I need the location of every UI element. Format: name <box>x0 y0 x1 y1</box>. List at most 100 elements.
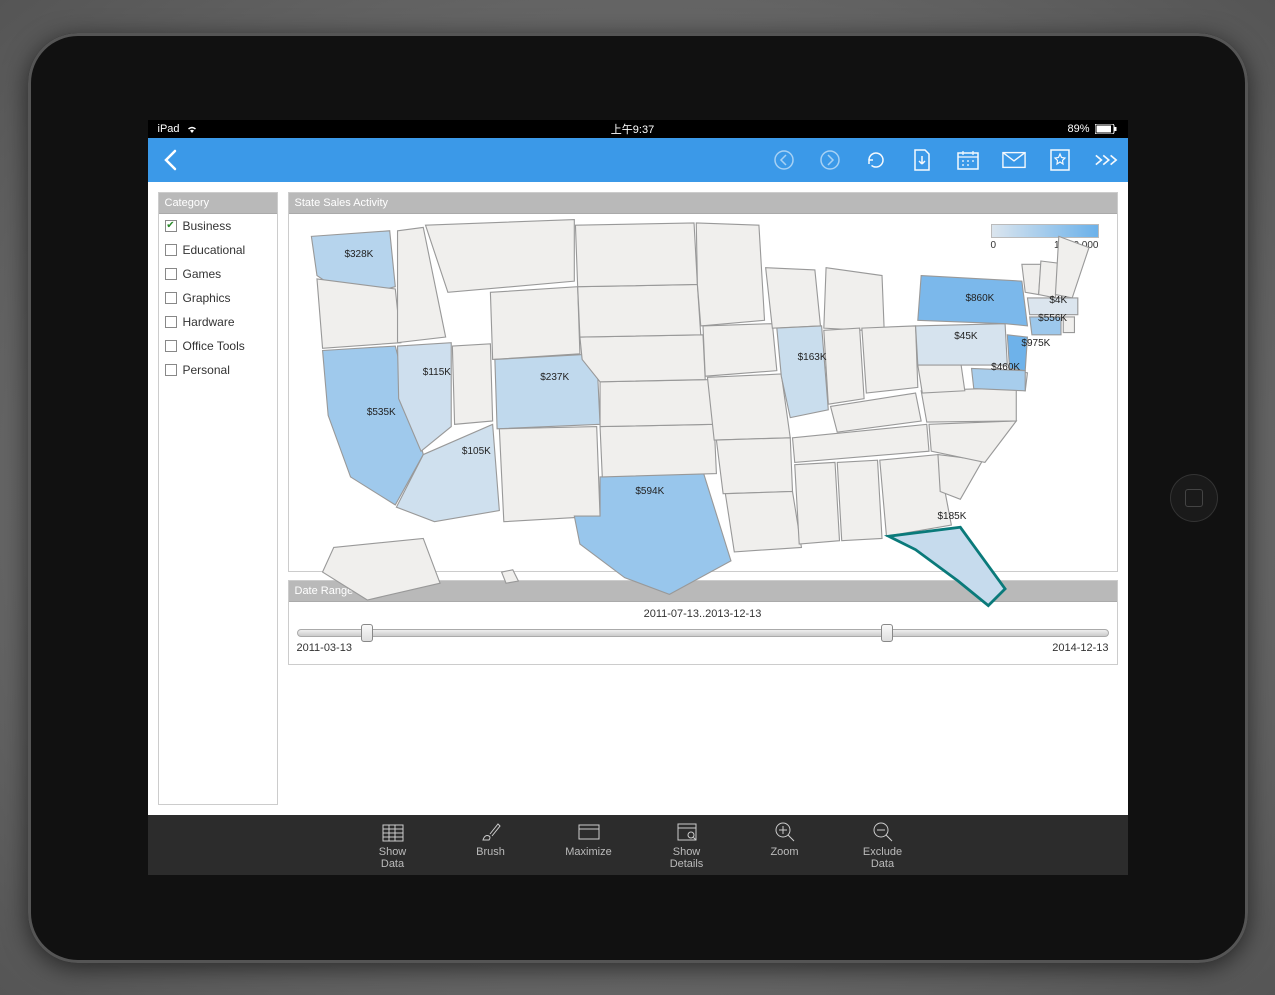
back-button[interactable] <box>158 148 182 172</box>
date-slider[interactable] <box>297 622 1109 640</box>
content-area: Category Business Educational Games Graphic… <box>148 182 1128 815</box>
state-mt[interactable] <box>425 220 574 293</box>
date-min: 2011-03-13 <box>297 642 352 654</box>
state-fl[interactable] <box>888 527 1004 605</box>
category-label: Educational <box>183 243 246 257</box>
map-panel: State Sales Activity 0 1,000,000 <box>288 192 1118 572</box>
ipad-body: iPad 上午9:37 89% <box>28 33 1248 963</box>
state-mi[interactable] <box>823 268 883 332</box>
category-label: Games <box>183 267 222 281</box>
ipad-frame: iPad 上午9:37 89% <box>0 0 1275 995</box>
state-oh[interactable] <box>861 326 917 393</box>
state-label-ct: $556K <box>1038 313 1067 324</box>
toolbar-maximize[interactable]: Maximize <box>554 820 624 870</box>
state-wi[interactable] <box>765 268 820 328</box>
checkbox[interactable] <box>165 220 177 232</box>
category-item-hardware[interactable]: Hardware <box>159 310 277 334</box>
favorite-icon[interactable] <box>1048 148 1072 172</box>
state-ne[interactable] <box>579 335 704 382</box>
category-item-office-tools[interactable]: Office Tools <box>159 334 277 358</box>
state-ok[interactable] <box>600 424 716 477</box>
state-sc[interactable] <box>937 455 982 500</box>
date-max: 2014-12-13 <box>1052 642 1108 654</box>
wifi-icon <box>186 124 198 134</box>
state-wy[interactable] <box>490 287 580 360</box>
state-al[interactable] <box>837 460 882 541</box>
toolbar-label: Maximize <box>565 846 611 858</box>
state-ar[interactable] <box>716 438 792 494</box>
home-button[interactable] <box>1170 474 1218 522</box>
category-label: Business <box>183 219 232 233</box>
state-label-pa: $45K <box>954 331 977 342</box>
state-label-nv: $115K <box>423 367 451 378</box>
state-ks[interactable] <box>600 380 714 427</box>
category-item-personal[interactable]: Personal <box>159 358 277 382</box>
toolbar-label: ExcludeData <box>863 846 902 870</box>
checkbox[interactable] <box>165 292 177 304</box>
battery-icon <box>1095 124 1117 134</box>
state-la[interactable] <box>725 491 801 551</box>
state-hi[interactable] <box>501 570 518 583</box>
state-ut[interactable] <box>452 344 492 425</box>
export-icon[interactable] <box>910 148 934 172</box>
category-label: Hardware <box>183 315 235 329</box>
checkbox[interactable] <box>165 316 177 328</box>
toolbar-brush[interactable]: Brush <box>456 820 526 870</box>
slider-track <box>297 629 1109 637</box>
state-me[interactable] <box>1055 236 1089 298</box>
state-mo[interactable] <box>707 374 790 440</box>
toolbar-exclude-data[interactable]: ExcludeData <box>848 820 918 870</box>
state-label-ma: $4K <box>1049 295 1067 306</box>
checkbox[interactable] <box>165 340 177 352</box>
state-label-co: $237K <box>540 372 569 383</box>
maximize-icon <box>577 820 601 844</box>
show-data-icon <box>381 820 405 844</box>
main-panels: State Sales Activity 0 1,000,000 <box>288 192 1118 805</box>
state-nm[interactable] <box>499 427 600 522</box>
state-label-md: $460K <box>991 362 1020 373</box>
battery-percent: 89% <box>1067 123 1089 135</box>
toolbar-label: Brush <box>476 846 505 858</box>
device-label: iPad <box>158 123 180 135</box>
clock: 上午9:37 <box>611 124 654 136</box>
checkbox[interactable] <box>165 364 177 376</box>
state-ak[interactable] <box>322 538 439 600</box>
more-icon[interactable] <box>1094 148 1118 172</box>
status-bar: iPad 上午9:37 89% <box>148 120 1128 138</box>
toolbar-show-details[interactable]: ShowDetails <box>652 820 722 870</box>
category-item-business[interactable]: Business <box>159 214 277 238</box>
slider-handle-start[interactable] <box>361 624 373 642</box>
state-ms[interactable] <box>794 462 839 544</box>
category-title: Category <box>159 193 277 214</box>
refresh-icon[interactable] <box>864 148 888 172</box>
category-item-graphics[interactable]: Graphics <box>159 286 277 310</box>
state-sd[interactable] <box>577 284 700 337</box>
calendar-icon[interactable] <box>956 148 980 172</box>
category-item-educational[interactable]: Educational <box>159 238 277 262</box>
state-label-ny: $860K <box>965 293 994 304</box>
state-tn[interactable] <box>792 424 929 462</box>
prev-icon[interactable] <box>772 148 796 172</box>
toolbar-label: ShowDetails <box>670 846 704 870</box>
category-item-games[interactable]: Games <box>159 262 277 286</box>
state-mn[interactable] <box>696 223 764 326</box>
slider-handle-end[interactable] <box>881 624 893 642</box>
state-ia[interactable] <box>702 324 776 377</box>
show-details-icon <box>675 820 699 844</box>
checkbox[interactable] <box>165 268 177 280</box>
zoom-icon <box>773 820 797 844</box>
state-in[interactable] <box>823 328 863 404</box>
map-area[interactable]: 0 1,000,000 $328K$535K$115K$105K$237K$59… <box>289 214 1117 570</box>
state-or[interactable] <box>316 279 400 348</box>
state-label-il: $163K <box>798 352 827 363</box>
checkbox[interactable] <box>165 244 177 256</box>
state-co[interactable] <box>494 354 599 429</box>
state-vt[interactable] <box>1021 264 1040 294</box>
next-icon[interactable] <box>818 148 842 172</box>
mail-icon[interactable] <box>1002 148 1026 172</box>
state-nd[interactable] <box>575 223 697 287</box>
toolbar-zoom[interactable]: Zoom <box>750 820 820 870</box>
us-map-svg <box>289 214 1117 617</box>
category-sidebar: Category Business Educational Games Graphic… <box>158 192 278 805</box>
toolbar-show-data[interactable]: ShowData <box>358 820 428 870</box>
